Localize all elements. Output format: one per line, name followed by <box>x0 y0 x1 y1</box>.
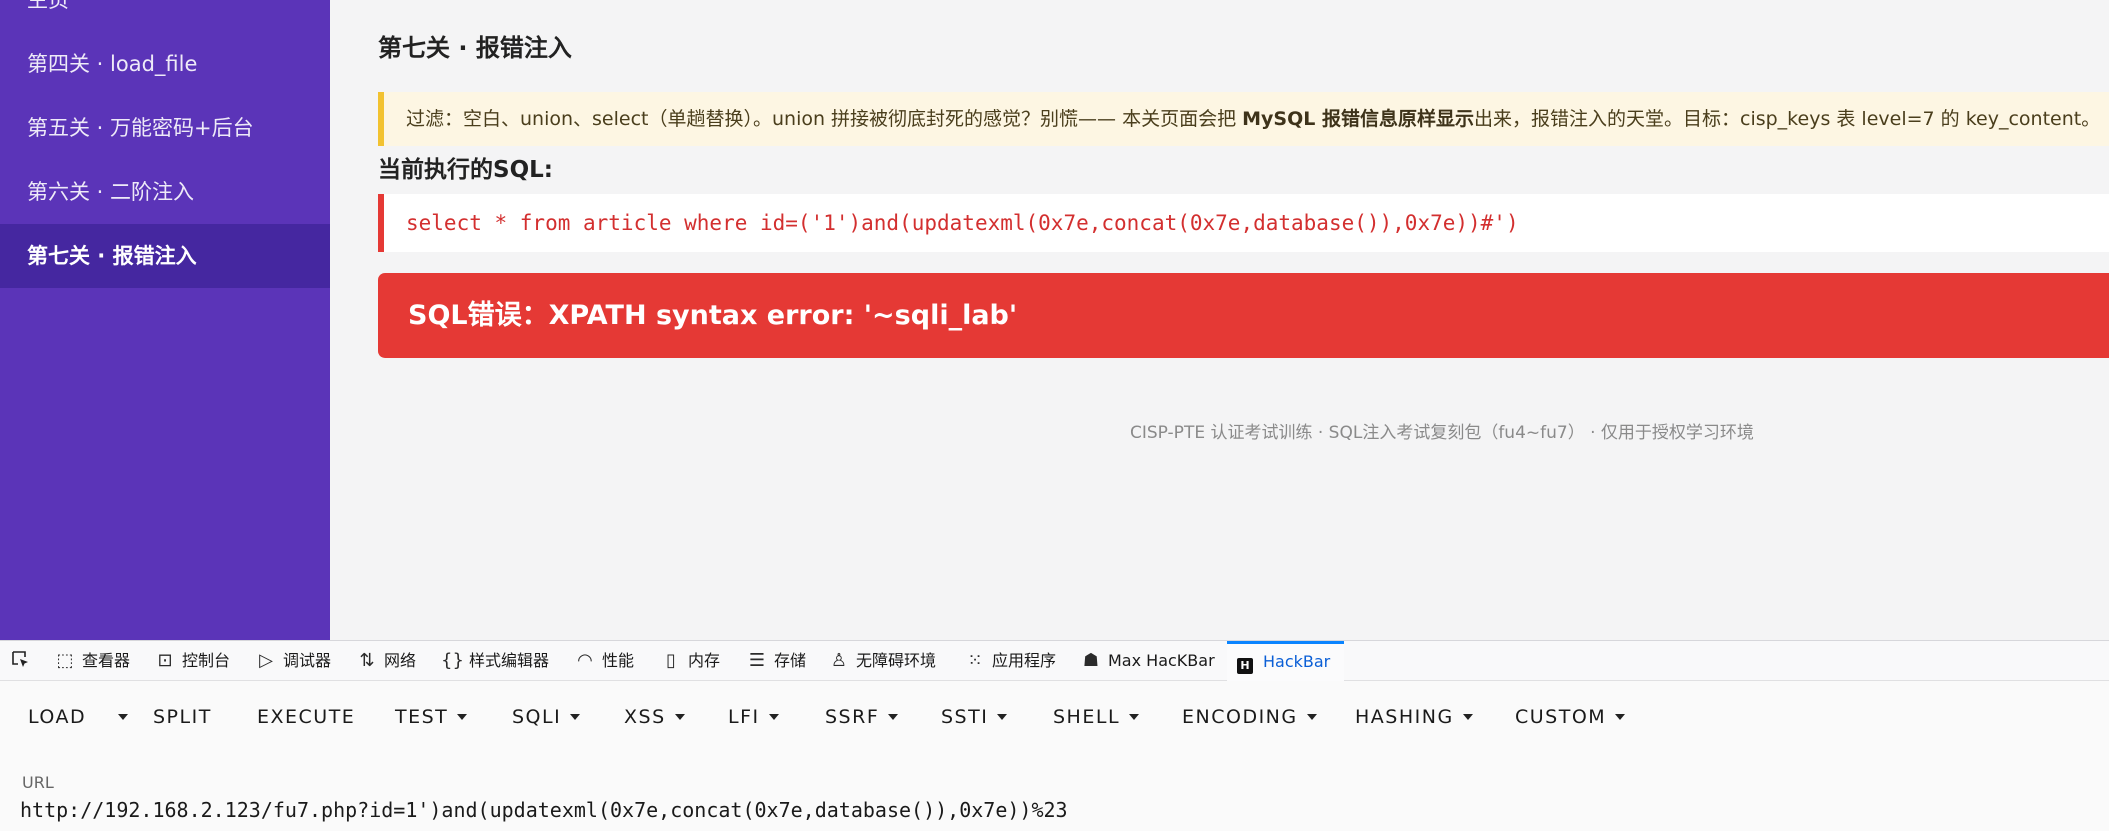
sql-query-box: select * from article where id=('1')and(… <box>378 194 2109 252</box>
xss-menu-label: XSS <box>624 706 666 728</box>
sidebar-item-level-5[interactable]: 第五关 · 万能密码+后台 <box>0 106 330 170</box>
chevron-down-icon <box>457 714 468 720</box>
tab-application-label: 应用程序 <box>992 651 1057 670</box>
tab-style-editor-label: 样式编辑器 <box>469 651 550 670</box>
element-picker-icon <box>12 651 28 667</box>
chevron-down-icon <box>674 714 685 720</box>
tab-debugger-label: 调试器 <box>283 651 332 670</box>
tab-memory-label: 内存 <box>688 651 721 670</box>
console-icon: ⊡ <box>157 650 173 671</box>
split-button[interactable]: SPLIT <box>153 702 212 732</box>
xss-menu-button[interactable]: XSS <box>624 702 685 732</box>
tab-storage-label: 存储 <box>774 651 807 670</box>
application-icon: ⁙ <box>967 650 983 671</box>
tab-network-label: 网络 <box>384 651 417 670</box>
chevron-down-icon <box>118 714 128 720</box>
shell-menu-button[interactable]: SHELL <box>1053 702 1140 732</box>
notice-text-bold: MySQL 报错信息原样显示 <box>1242 108 1474 130</box>
chevron-down-icon <box>1306 714 1317 720</box>
url-label: URL <box>22 773 54 792</box>
test-menu-label: TEST <box>395 706 449 728</box>
encoding-menu-button[interactable]: ENCODING <box>1182 702 1317 732</box>
sidebar-item-level-7[interactable]: 第七关 · 报错注入 <box>0 224 330 288</box>
tab-performance[interactable]: ◠ 性能 <box>574 641 634 681</box>
chevron-down-icon <box>1615 714 1626 720</box>
tab-inspector-label: 查看器 <box>82 651 131 670</box>
tab-network[interactable]: ⇅ 网络 <box>356 641 416 681</box>
tab-debugger[interactable]: ▷ 调试器 <box>255 641 331 681</box>
sidebar-item-level-4[interactable]: 第四关 · load_file <box>0 42 330 106</box>
sqli-menu-button[interactable]: SQLI <box>512 702 581 732</box>
element-picker-button[interactable] <box>10 641 32 681</box>
devtools-toolbar: ⬚ 查看器 ⊡ 控制台 ▷ 调试器 ⇅ 网络 {} 样式编辑器 ◠ 性能 ▯ 内存 ☰ 存储 ♙… <box>0 640 2109 681</box>
tab-max-hackbar-label: Max HacKBar <box>1108 651 1215 670</box>
ssrf-menu-button[interactable]: SSRF <box>825 702 899 732</box>
tab-application[interactable]: ⁙ 应用程序 <box>964 641 1056 681</box>
notice-banner: 过滤：空白、union、select（单趟替换）。union 拼接被彻底封死的感… <box>378 92 2109 146</box>
debugger-icon: ▷ <box>259 650 273 671</box>
ssti-menu-button[interactable]: SSTI <box>941 702 1008 732</box>
chevron-down-icon <box>768 714 779 720</box>
tab-performance-label: 性能 <box>602 651 635 670</box>
encoding-menu-label: ENCODING <box>1182 706 1298 728</box>
shell-menu-label: SHELL <box>1053 706 1121 728</box>
tab-hackbar[interactable]: H HackBar <box>1227 641 1345 681</box>
tab-console[interactable]: ⊡ 控制台 <box>154 641 230 681</box>
tab-storage[interactable]: ☰ 存储 <box>746 641 806 681</box>
accessibility-icon: ♙ <box>830 650 848 671</box>
sql-heading: 当前执行的SQL: <box>378 157 553 183</box>
test-menu-button[interactable]: TEST <box>395 702 468 732</box>
hashing-menu-button[interactable]: HASHING <box>1355 702 1473 732</box>
page-title: 第七关 · 报错注入 <box>378 34 572 62</box>
hackbar-panel: LOAD SPLIT EXECUTE TEST SQLI XSS LFI SSR… <box>0 681 2109 831</box>
chevron-down-icon <box>570 714 581 720</box>
tab-memory[interactable]: ▯ 内存 <box>660 641 720 681</box>
ssrf-menu-label: SSRF <box>825 706 880 728</box>
web-page: 主页 第四关 · load_file 第五关 · 万能密码+后台 第六关 · 二… <box>0 0 2109 640</box>
tab-style-editor[interactable]: {} 样式编辑器 <box>441 641 549 681</box>
sidebar: 主页 第四关 · load_file 第五关 · 万能密码+后台 第六关 · 二… <box>0 0 330 640</box>
custom-menu-button[interactable]: CUSTOM <box>1515 702 1626 732</box>
page-footer: CISP-PTE 认证考试训练 · SQL注入考试复刻包（fu4~fu7） · … <box>1130 423 1754 443</box>
notice-text-prefix: 过滤：空白、union、select（单趟替换）。union 拼接被彻底封死的感… <box>406 108 1243 130</box>
tab-hackbar-label: HackBar <box>1263 652 1331 671</box>
sql-error-alert: SQL错误：XPATH syntax error: '~sqli_lab' <box>378 273 2109 358</box>
custom-menu-label: CUSTOM <box>1515 706 1607 728</box>
sidebar-item-home[interactable]: 主页 <box>0 0 330 42</box>
storage-icon: ☰ <box>748 650 766 671</box>
performance-icon: ◠ <box>577 650 593 671</box>
network-icon: ⇅ <box>359 650 375 671</box>
chevron-down-icon <box>997 714 1008 720</box>
chevron-down-icon <box>1129 714 1140 720</box>
tab-accessibility[interactable]: ♙ 无障碍环境 <box>828 641 936 681</box>
max-hackbar-icon: ☗ <box>1082 650 1100 671</box>
load-dropdown-button[interactable] <box>109 702 131 732</box>
chevron-down-icon <box>1462 714 1473 720</box>
tab-inspector[interactable]: ⬚ 查看器 <box>54 641 130 681</box>
lfi-menu-label: LFI <box>728 706 760 728</box>
load-button[interactable]: LOAD <box>28 702 86 732</box>
ssti-menu-label: SSTI <box>941 706 989 728</box>
sidebar-nav: 主页 第四关 · load_file 第五关 · 万能密码+后台 第六关 · 二… <box>0 0 330 310</box>
notice-text-suffix: 出来，报错注入的天堂。目标：cisp_keys 表 level=7 的 key_… <box>1474 108 2101 130</box>
url-input[interactable] <box>20 795 2080 825</box>
chevron-down-icon <box>888 714 899 720</box>
inspector-icon: ⬚ <box>56 650 74 671</box>
lfi-menu-button[interactable]: LFI <box>728 702 779 732</box>
memory-icon: ▯ <box>666 650 676 671</box>
tab-accessibility-label: 无障碍环境 <box>856 651 937 670</box>
hackbar-icon: H <box>1237 658 1253 674</box>
style-editor-icon: {} <box>441 650 464 671</box>
execute-button[interactable]: EXECUTE <box>257 702 355 732</box>
tab-max-hackbar[interactable]: ☗ Max HacKBar <box>1080 641 1215 681</box>
sqli-menu-label: SQLI <box>512 706 562 728</box>
tab-console-label: 控制台 <box>182 651 231 670</box>
hashing-menu-label: HASHING <box>1355 706 1454 728</box>
